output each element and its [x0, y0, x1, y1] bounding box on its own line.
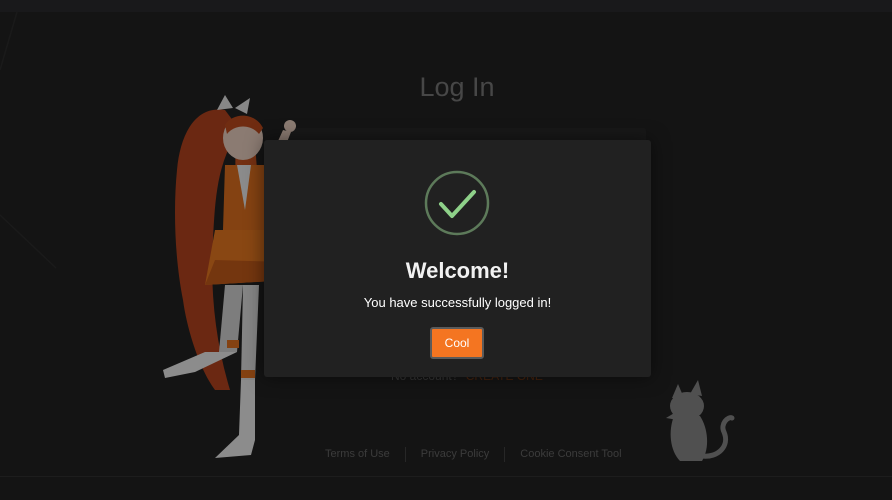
dialog-title: Welcome!	[405, 258, 510, 283]
login-page: Log In No acc	[0, 0, 892, 500]
cool-button[interactable]: Cool	[430, 327, 484, 359]
welcome-dialog: Welcome! You have successfully logged in…	[264, 140, 651, 377]
dialog-message: You have successfully logged in!	[363, 295, 552, 310]
checkmark-icon	[424, 170, 490, 236]
